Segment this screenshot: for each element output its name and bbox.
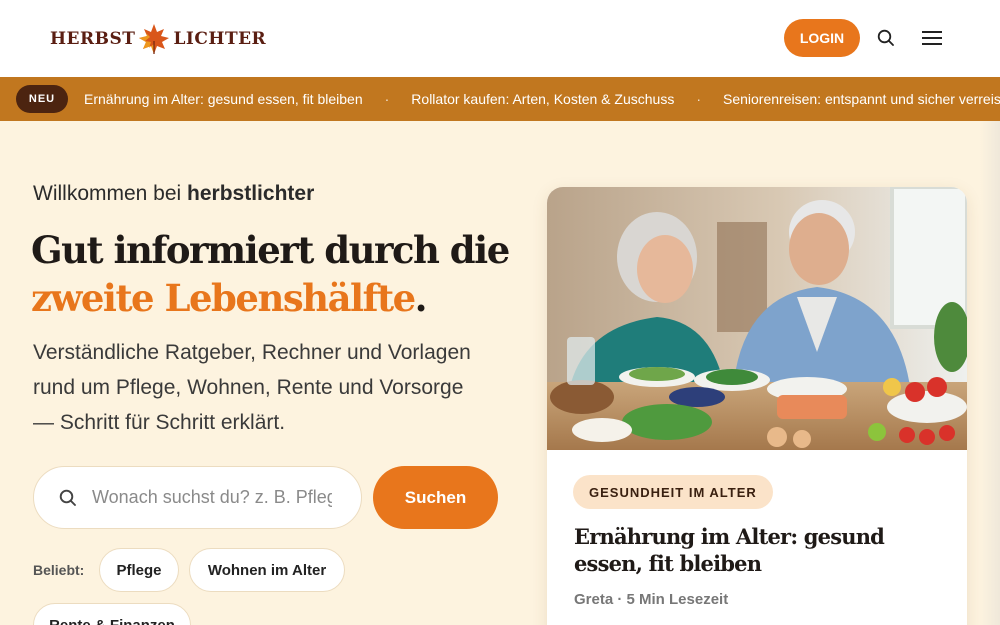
welcome-brand: herbstlichter bbox=[187, 182, 315, 205]
headline-accent: zweite Lebenshälfte bbox=[31, 276, 416, 320]
chip-pflege[interactable]: Pflege bbox=[99, 548, 179, 592]
ticker-items: Ernährung im Alter: gesund essen, fit bl… bbox=[84, 77, 1000, 121]
login-button[interactable]: LOGIN bbox=[784, 19, 860, 57]
ticker-item[interactable]: Rollator kaufen: Arten, Kosten & Zuschus… bbox=[411, 91, 674, 107]
chip-wohnen-im-alter[interactable]: Wohnen im Alter bbox=[189, 548, 345, 592]
scroll-edge-shadow bbox=[980, 121, 1000, 625]
search-field[interactable] bbox=[33, 466, 362, 529]
maple-leaf-icon bbox=[139, 24, 170, 54]
featured-article-card[interactable]: GESUNDHEIT IM ALTER Ernährung im Alter: … bbox=[547, 187, 967, 625]
lead-paragraph: Verständliche Ratgeber, Rechner und Vorl… bbox=[33, 341, 471, 434]
logo-text-right: LICHTER bbox=[173, 29, 267, 49]
new-badge: NEU bbox=[16, 85, 68, 113]
ticker-separator: · bbox=[696, 91, 701, 107]
hamburger-menu-icon[interactable] bbox=[921, 28, 943, 48]
welcome-prefix: Willkommen bei bbox=[33, 182, 188, 205]
news-ticker: NEU Ernährung im Alter: gesund essen, fi… bbox=[0, 77, 1000, 121]
logo-text-left: HERBST bbox=[50, 29, 136, 49]
site-header: HERBST LICHTER LOGIN bbox=[0, 0, 1000, 77]
article-image bbox=[547, 187, 967, 450]
site-logo[interactable]: HERBST LICHTER bbox=[50, 22, 266, 56]
category-tag[interactable]: GESUNDHEIT IM ALTER bbox=[573, 475, 773, 509]
article-meta: Greta · 5 Min Lesezeit bbox=[574, 591, 729, 608]
search-icon bbox=[59, 489, 76, 506]
welcome-text: Willkommen bei herbstlichter bbox=[33, 182, 314, 206]
popular-label: Beliebt: bbox=[33, 562, 85, 578]
ticker-separator: · bbox=[384, 91, 390, 107]
headline-line: Gut informiert durch die bbox=[31, 228, 510, 272]
search-button[interactable]: Suchen bbox=[373, 466, 498, 529]
ticker-item[interactable]: Seniorenreisen: entspannt und sicher ver… bbox=[723, 91, 1000, 107]
search-input[interactable] bbox=[92, 487, 332, 508]
article-title[interactable]: Ernährung im Alter: gesund essen, fit bl… bbox=[574, 523, 944, 577]
headline-period: . bbox=[414, 276, 428, 320]
search-icon[interactable] bbox=[876, 28, 896, 48]
ticker-item[interactable]: Ernährung im Alter: gesund essen, fit bl… bbox=[84, 91, 363, 107]
chip-rente-finanzen[interactable]: Rente & Finanzen bbox=[33, 603, 191, 625]
page-title: Gut informiert durch die zweite Lebenshä… bbox=[31, 226, 531, 322]
